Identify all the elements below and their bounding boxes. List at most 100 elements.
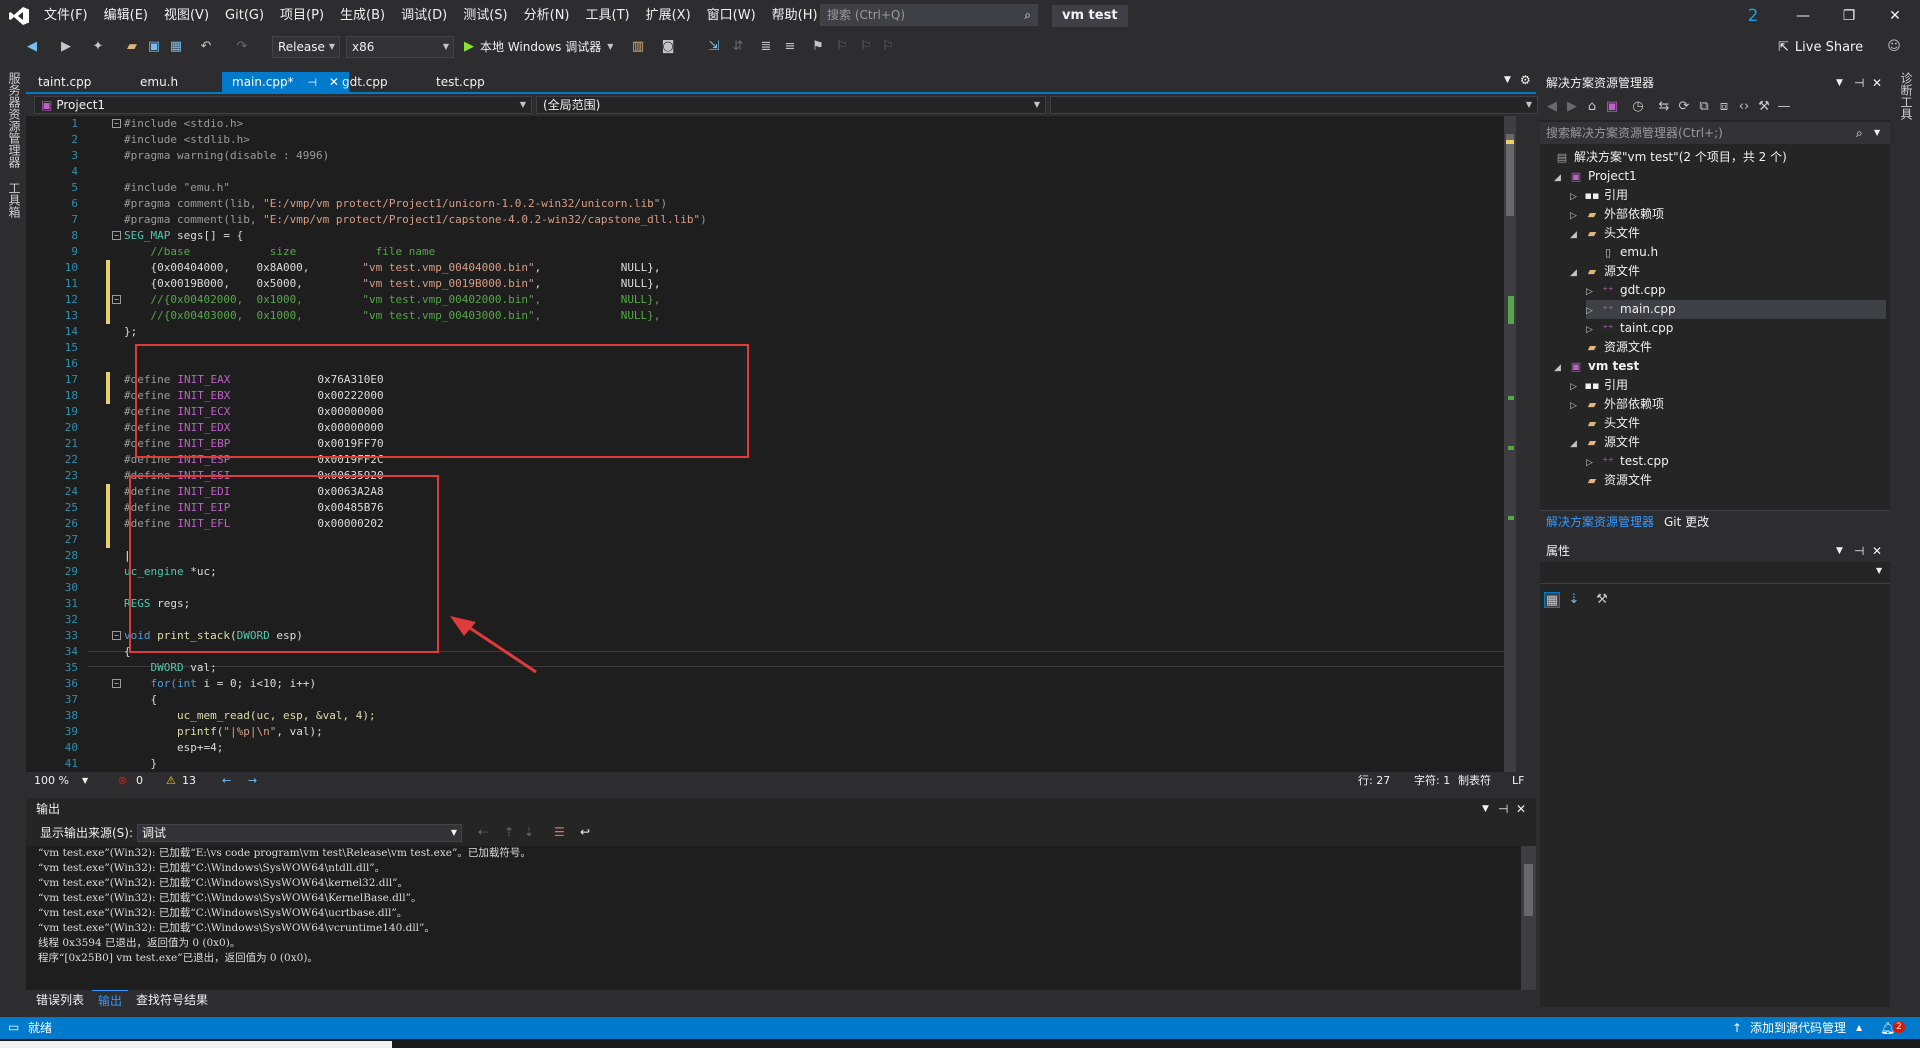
save-all-icon[interactable]: ▦ bbox=[168, 39, 184, 55]
menu-analyze[interactable]: 分析(N) bbox=[516, 0, 578, 32]
properties-object-select[interactable]: ▼ bbox=[1540, 562, 1890, 584]
solution-search-input[interactable]: 搜索解决方案资源管理器(Ctrl+;) ⌕ ▼ bbox=[1540, 122, 1890, 144]
tree-resource-files[interactable]: ▰ 资源文件 bbox=[1584, 471, 1652, 490]
fold-toggle-icon[interactable]: − bbox=[112, 119, 121, 128]
fold-toggle-icon[interactable]: − bbox=[112, 631, 121, 640]
previous-issue-icon[interactable]: ← bbox=[222, 772, 231, 790]
tree-project-vm-test[interactable]: ◢ ▣ vm test bbox=[1554, 357, 1639, 376]
settings-gear-icon[interactable]: ⚙ bbox=[1520, 73, 1531, 87]
eol-indicator[interactable]: LF bbox=[1512, 772, 1524, 790]
menu-test[interactable]: 测试(S) bbox=[455, 0, 515, 32]
sync-icon[interactable]: ⇆ bbox=[1656, 99, 1672, 115]
prev-bookmark-icon[interactable]: ⚐ bbox=[834, 39, 850, 55]
collapse-all-icon[interactable]: ⧉ bbox=[1696, 99, 1712, 115]
search-icon[interactable]: ⌕ bbox=[1024, 5, 1031, 25]
configuration-select[interactable]: Release ▼ bbox=[272, 36, 340, 58]
error-count[interactable]: 0 bbox=[136, 772, 143, 790]
navigate-back-icon[interactable]: ◀ bbox=[24, 39, 40, 55]
tree-file-emu-h[interactable]: ▯ emu.h bbox=[1600, 243, 1658, 262]
scope-select[interactable]: (全局范围) ▼ bbox=[536, 96, 1046, 114]
find-message-icon[interactable]: ⇠ bbox=[478, 825, 488, 839]
tab-git-changes[interactable]: Git 更改 bbox=[1658, 511, 1715, 533]
search-icon[interactable]: ⌕ bbox=[1856, 122, 1863, 144]
comment-icon[interactable]: ≣ bbox=[758, 39, 774, 55]
chevron-down-icon[interactable]: ▼ bbox=[1836, 540, 1843, 562]
menu-window[interactable]: 窗口(W) bbox=[699, 0, 764, 32]
property-pages-icon[interactable]: ⚒ bbox=[1594, 592, 1610, 608]
tab-test-cpp[interactable]: test.cpp bbox=[426, 72, 495, 92]
undo-icon[interactable]: ↶ bbox=[198, 39, 214, 55]
menu-help[interactable]: 帮助(H) bbox=[764, 0, 826, 32]
open-folder-icon[interactable]: ▰ bbox=[124, 39, 140, 55]
back-icon[interactable]: ◀ bbox=[1544, 99, 1560, 115]
previous-message-icon[interactable]: ⇡ bbox=[504, 825, 514, 839]
chevron-down-icon[interactable]: ▼ bbox=[82, 772, 88, 790]
close-panel-icon[interactable]: ✕ bbox=[1516, 798, 1526, 820]
tree-external-deps[interactable]: ▷ ▰ 外部依赖项 bbox=[1570, 395, 1664, 414]
menu-tools[interactable]: 工具(T) bbox=[578, 0, 638, 32]
taskbar-item[interactable] bbox=[0, 1041, 392, 1048]
tree-references[interactable]: ▷ ▪▪ 引用 bbox=[1570, 186, 1628, 205]
pin-icon[interactable]: ⊣ bbox=[1498, 798, 1508, 820]
tree-source-files[interactable]: ◢ ▰ 源文件 bbox=[1570, 262, 1640, 281]
new-item-icon[interactable]: ✦ bbox=[90, 39, 106, 55]
platform-select[interactable]: x86 ▼ bbox=[346, 36, 454, 58]
tab-find-symbol-results[interactable]: 查找符号结果 bbox=[130, 990, 214, 1010]
tab-error-list[interactable]: 错误列表 bbox=[30, 990, 90, 1010]
live-share-button[interactable]: ⇱ Live Share bbox=[1778, 38, 1863, 58]
menu-file[interactable]: 文件(F) bbox=[36, 0, 96, 32]
switch-views-icon[interactable]: ▣ bbox=[1604, 99, 1620, 115]
pin-icon[interactable]: ⊣ bbox=[1854, 72, 1864, 94]
chevron-up-icon[interactable]: ▲ bbox=[1856, 1017, 1862, 1039]
chevron-down-icon[interactable]: ▼ bbox=[1482, 798, 1489, 820]
output-text[interactable]: “vm test.exe”(Win32): 已加载“E:\vs code pro… bbox=[26, 846, 1521, 990]
menu-git[interactable]: Git(G) bbox=[217, 0, 272, 32]
scroll-thumb[interactable] bbox=[1524, 864, 1533, 916]
step-into-icon[interactable]: ⇲ bbox=[706, 39, 722, 55]
chevron-down-icon[interactable]: ▼ bbox=[1836, 72, 1843, 94]
menu-view[interactable]: 视图(V) bbox=[156, 0, 217, 32]
add-to-source-control-button[interactable]: 添加到源代码管理 bbox=[1750, 1017, 1846, 1039]
tree-header-files[interactable]: ◢ ▰ 头文件 bbox=[1570, 224, 1640, 243]
fold-toggle-icon[interactable]: − bbox=[112, 231, 121, 240]
code-view-icon[interactable]: ‹› bbox=[1736, 99, 1752, 115]
menu-edit[interactable]: 编辑(E) bbox=[96, 0, 156, 32]
properties-wrench-icon[interactable]: ⚒ bbox=[1756, 99, 1772, 115]
refresh-icon[interactable]: ⟳ bbox=[1676, 99, 1692, 115]
next-issue-icon[interactable]: → bbox=[248, 772, 257, 790]
menu-build[interactable]: 生成(B) bbox=[332, 0, 393, 32]
pin-icon[interactable]: ⊣ bbox=[1854, 540, 1864, 562]
tree-project1[interactable]: ◢ ▣ Project1 bbox=[1554, 167, 1637, 186]
restore-icon[interactable]: ❐ bbox=[1826, 0, 1872, 32]
close-panel-icon[interactable]: ✕ bbox=[1872, 540, 1882, 562]
tab-main-cpp[interactable]: main.cpp* ⊣ ✕ bbox=[222, 72, 349, 92]
zoom-level[interactable]: 100 % bbox=[34, 772, 69, 790]
tree-header-files[interactable]: ▰ 头文件 bbox=[1584, 414, 1640, 433]
tree-solution[interactable]: ▤ 解决方案"vm test"(2 个项目，共 2 个) bbox=[1554, 148, 1787, 167]
tree-file-test-cpp[interactable]: ▷ ⁺⁺ test.cpp bbox=[1586, 452, 1669, 471]
tree-file-taint-cpp[interactable]: ▷ ⁺⁺ taint.cpp bbox=[1586, 319, 1673, 338]
tab-output[interactable]: 输出 bbox=[92, 990, 129, 1010]
show-all-files-icon[interactable]: ⧈ bbox=[1716, 99, 1732, 115]
tree-resource-files[interactable]: ▰ 资源文件 bbox=[1584, 338, 1652, 357]
next-bookmark-icon[interactable]: ⚐ bbox=[858, 39, 874, 55]
member-select[interactable]: ▼ bbox=[1050, 96, 1538, 114]
menu-debug[interactable]: 调试(D) bbox=[393, 0, 455, 32]
menu-extensions[interactable]: 扩展(X) bbox=[638, 0, 699, 32]
tree-file-gdt-cpp[interactable]: ▷ ⁺⁺ gdt.cpp bbox=[1586, 281, 1666, 300]
fold-toggle-icon[interactable]: − bbox=[112, 295, 121, 304]
close-panel-icon[interactable]: ✕ bbox=[1872, 72, 1882, 94]
tree-external-deps[interactable]: ▷ ▰ 外部依赖项 bbox=[1570, 205, 1664, 224]
bookmark-icon[interactable]: ⚑ bbox=[810, 39, 826, 55]
server-explorer-tab[interactable]: 服务器资源管理器 bbox=[6, 72, 23, 168]
forward-icon[interactable]: ▶ bbox=[1564, 99, 1580, 115]
warning-count[interactable]: 13 bbox=[182, 772, 196, 790]
pin-icon[interactable]: ⊣ bbox=[307, 76, 317, 89]
scroll-thumb[interactable] bbox=[1506, 134, 1514, 216]
toolbox-tab[interactable]: 工具箱 bbox=[6, 182, 23, 218]
alphabetical-icon[interactable]: ⇣ bbox=[1566, 592, 1582, 608]
tab-emu-h[interactable]: emu.h bbox=[130, 72, 188, 92]
step-over-icon[interactable]: ⇵ bbox=[730, 39, 746, 55]
diagnostic-tools-tab[interactable]: 诊断工具 bbox=[1898, 72, 1915, 120]
clear-all-icon[interactable]: ☰ bbox=[554, 825, 565, 839]
